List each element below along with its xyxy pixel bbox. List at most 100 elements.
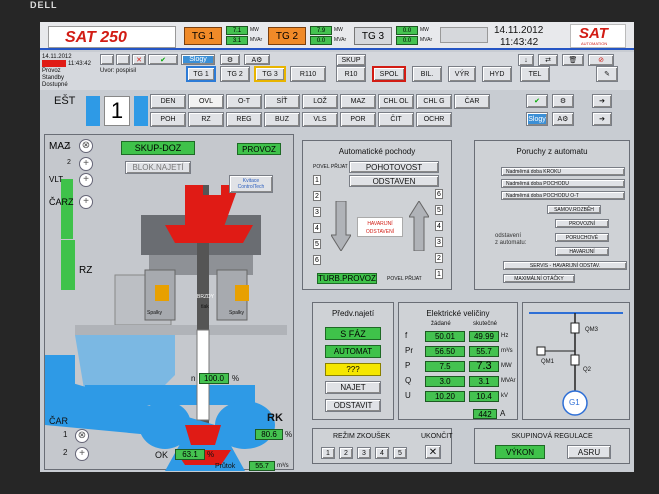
tg3-header-button[interactable]: TG 3 xyxy=(354,27,392,45)
group-regulation-panel: SKUPINOVÁ REGULACE VÝKON ASRU xyxy=(474,428,630,464)
slogy-button[interactable]: Slogy xyxy=(181,54,215,65)
nav-tab-6[interactable]: MAZ xyxy=(340,94,376,109)
odstavit-button[interactable]: ODSTAVIT xyxy=(325,399,381,412)
hyd-button[interactable]: HYD xyxy=(482,66,512,82)
s-faz-button[interactable]: S FÁZ xyxy=(325,327,381,340)
carz-valve-icon[interactable]: + xyxy=(79,195,93,209)
rk-unit: % xyxy=(285,430,293,439)
kvitace-button[interactable]: Kvitace ControlTech xyxy=(229,175,273,193)
nav-tab-row2-2[interactable]: RZ xyxy=(188,112,224,127)
vlt-valve-icon[interactable]: + xyxy=(79,173,93,187)
fault-servis[interactable]: SERVIS - HAVARIJNÍ ODSTAV. xyxy=(503,261,627,270)
nav-check-icon[interactable]: ✔ xyxy=(526,94,548,108)
unknown-button[interactable]: ??? xyxy=(325,363,381,376)
nav-tab-row2-3[interactable]: REG xyxy=(226,112,262,127)
fault-havarijni-label: HAVARIJNÍ xyxy=(569,248,595,255)
tg2-mvar-unit: MVAr xyxy=(334,37,347,43)
nav-tab-row2-6[interactable]: POR xyxy=(340,112,376,127)
automat-button[interactable]: AUTOMAT xyxy=(325,345,381,358)
r110-button[interactable]: R110 xyxy=(290,66,326,82)
small-button-2[interactable] xyxy=(116,54,130,65)
elec-row-label: U xyxy=(405,391,411,400)
fault-item-1[interactable]: Nadměrná doba KROKU xyxy=(501,167,625,176)
nav-tab-row2-5[interactable]: VLS xyxy=(302,112,338,127)
close-x-icon[interactable]: ✕ xyxy=(132,54,146,65)
odstaven-button[interactable]: ODSTAVEN xyxy=(349,175,439,187)
status-time: 11:43:42 xyxy=(68,61,91,67)
nav-tab-9[interactable]: ČAR xyxy=(454,94,490,109)
nav-slogy-button[interactable]: Slogy xyxy=(526,112,548,126)
r10-button[interactable]: R10 xyxy=(336,66,366,82)
bil-button[interactable]: BIL. xyxy=(412,66,442,82)
maz-valve-2-icon[interactable]: + xyxy=(79,157,93,171)
ukoncit-close-icon[interactable]: ✕ xyxy=(425,445,441,459)
fault-item-3[interactable]: Nadměrná doba POCHODU O-T xyxy=(501,191,625,200)
car-valve-1-icon[interactable]: ⊗ xyxy=(75,429,89,443)
small-button-1[interactable] xyxy=(100,54,114,65)
car-valve-2-icon[interactable]: + xyxy=(75,447,89,461)
tg1-toolbar-button[interactable]: TG 1 xyxy=(186,66,216,82)
tg3-toolbar-button[interactable]: TG 3 xyxy=(254,66,286,82)
test-mode-button-4[interactable]: 4 xyxy=(375,447,389,459)
vyr-button[interactable]: VÝR xyxy=(448,66,476,82)
nav-ao-button[interactable]: A⚙ xyxy=(552,112,574,126)
rk-value: 80.6 xyxy=(255,429,283,440)
car-num-2: 2 xyxy=(63,448,68,457)
elec-row-actual-value: 3.1 xyxy=(469,376,499,387)
checkmark-button[interactable]: ✔ xyxy=(148,54,178,65)
automat-label: AUTOMAT xyxy=(333,347,373,356)
fault-max-otacky[interactable]: MAXIMÁLNÍ OTÁČKY xyxy=(503,274,575,283)
nav-tab-row2-4[interactable]: BUZ xyxy=(264,112,300,127)
vykon-button[interactable]: VÝKON xyxy=(495,445,545,459)
nav-tab-row2-5-label: VLS xyxy=(313,116,327,123)
tel-button[interactable]: TEL xyxy=(520,66,550,82)
network-icon[interactable]: ⇄ xyxy=(538,54,558,66)
nav-tab-row2-1[interactable]: POH xyxy=(150,112,186,127)
test-mode-button-2[interactable]: 2 xyxy=(339,447,353,459)
fault-provozni[interactable]: PROVOZNÍ xyxy=(555,219,609,228)
nav-tab-row2-7[interactable]: ČIT xyxy=(378,112,414,127)
step-number: 4 xyxy=(435,221,443,231)
nav-tab-1[interactable]: DEN xyxy=(150,94,186,109)
alarm-indicator[interactable] xyxy=(42,60,66,67)
nav-tab-5[interactable]: LOŽ xyxy=(302,94,338,109)
test-mode-button-1[interactable]: 1 xyxy=(321,447,335,459)
nav-tab-8[interactable]: CHL G xyxy=(416,94,452,109)
spol-button[interactable]: SPOL xyxy=(372,66,406,82)
blok-najeti-button[interactable]: BLOK.NAJETÍ xyxy=(125,161,191,174)
faults-title: Poruchy z automatu xyxy=(516,147,588,156)
nav-exit-icon[interactable]: ➔ xyxy=(592,94,612,108)
skup-button[interactable]: SKUP xyxy=(336,54,366,66)
pohotovost-button[interactable]: POHOTOVOST xyxy=(349,161,439,173)
tg2-header-button[interactable]: TG 2 xyxy=(268,27,306,45)
gear-icon[interactable]: ⚙ xyxy=(220,54,240,65)
nav-gear-icon[interactable]: ⚙ xyxy=(552,94,574,108)
maz-valve-1-icon[interactable]: ⊗ xyxy=(79,139,93,153)
cancel-icon[interactable]: ⊘ xyxy=(588,54,614,66)
nav-tab-2[interactable]: OVL xyxy=(188,94,224,109)
fault-havarijni[interactable]: HAVARIJNÍ xyxy=(555,247,609,256)
trash-icon[interactable]: 🗑 xyxy=(562,54,584,66)
sat-logo-sub: AUTOMATION xyxy=(581,41,608,46)
tg1-header-button[interactable]: TG 1 xyxy=(184,27,222,45)
tg3-mvar: 0.0 xyxy=(396,36,418,45)
elec-row-label: f xyxy=(405,331,408,340)
nav-tab-row2-8[interactable]: OCHR xyxy=(416,112,452,127)
tg2-toolbar-button[interactable]: TG 2 xyxy=(220,66,250,82)
ok-unit: % xyxy=(207,450,215,459)
nav-exit2-icon[interactable]: ➔ xyxy=(592,112,612,126)
ao-button[interactable]: A⚙ xyxy=(244,54,270,65)
najet-button[interactable]: NAJET xyxy=(325,381,381,394)
asru-button[interactable]: ASRU xyxy=(567,445,611,459)
step-number: 6 xyxy=(313,255,321,265)
test-mode-button-3[interactable]: 3 xyxy=(357,447,371,459)
fault-poruchove[interactable]: PORUCHOVÉ xyxy=(555,233,609,242)
fault-item-2[interactable]: Nadměrná doba POCHODU xyxy=(501,179,625,188)
test-mode-button-5[interactable]: 5 xyxy=(393,447,407,459)
tool-icon[interactable]: ✎ xyxy=(596,66,618,82)
nav-tab-3[interactable]: O-T xyxy=(226,94,262,109)
fault-samov-rozbeh[interactable]: SAMOV.ROZBĚH xyxy=(547,205,601,214)
nav-tab-4[interactable]: SÍŤ xyxy=(264,94,300,109)
arrow-down-icon[interactable]: ↓ xyxy=(518,54,534,66)
nav-tab-7[interactable]: CHL OL xyxy=(378,94,414,109)
